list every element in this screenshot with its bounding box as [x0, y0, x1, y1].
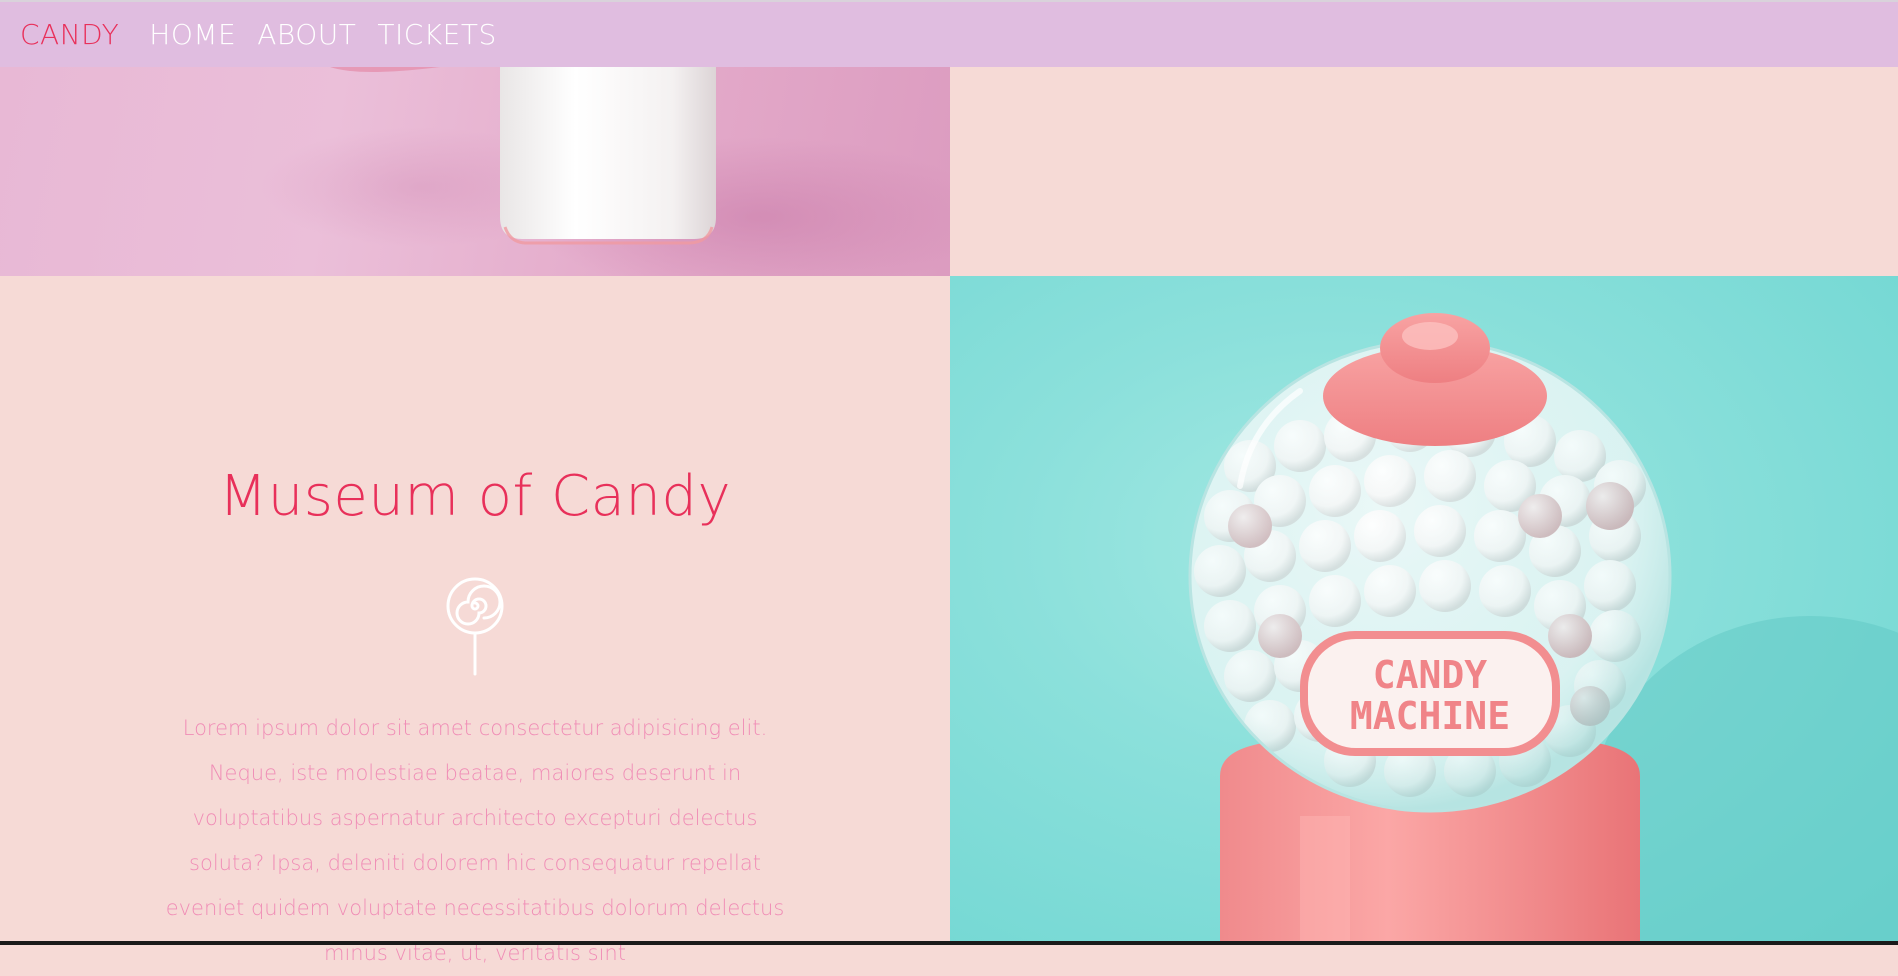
nav-home-link[interactable]: HOME — [149, 18, 236, 51]
gumball-machine-illustration: CANDY MACHINE — [1188, 313, 1898, 945]
milk-bottle-illustration — [260, 67, 950, 276]
top-right-panel — [950, 67, 1898, 276]
nav-tickets-link[interactable]: TICKETS — [377, 18, 496, 51]
machine-label-line1: CANDY — [1373, 653, 1488, 697]
milk-bottle-image — [0, 67, 950, 276]
lollipop-icon — [446, 577, 504, 676]
nav-links: HOME ABOUT TICKETS — [149, 18, 496, 51]
gumball-machine-image: CANDY MACHINE — [950, 276, 1898, 945]
intro-paragraph: Lorem ipsum dolor sit amet consectetur a… — [165, 716, 785, 965]
machine-label-line2: MACHINE — [1350, 694, 1510, 738]
bottom-edge — [0, 941, 1898, 945]
navbar: CANDY HOME ABOUT TICKETS — [0, 0, 1898, 67]
intro-section: Museum of Candy Lorem ipsum dolor sit am… — [0, 276, 950, 965]
nav-about-link[interactable]: ABOUT — [257, 18, 356, 51]
page-title: Museum of Candy — [218, 464, 732, 529]
brand-logo-link[interactable]: CANDY — [20, 18, 119, 51]
